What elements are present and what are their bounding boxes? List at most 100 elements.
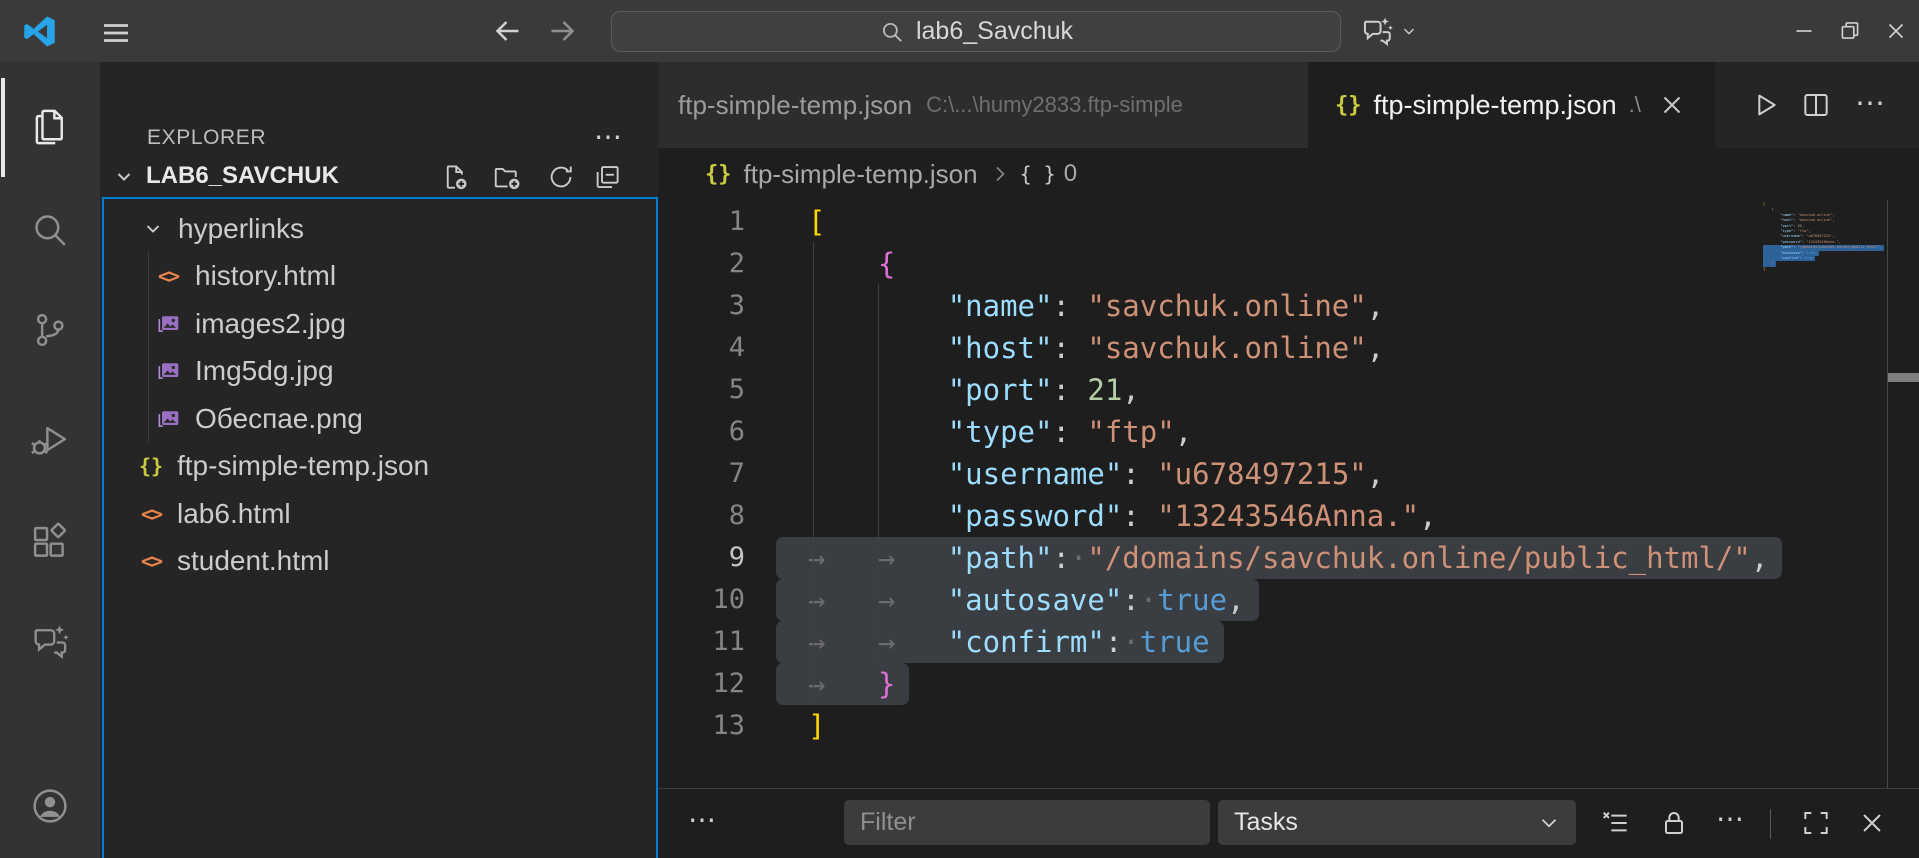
accounts-icon[interactable] xyxy=(29,785,71,827)
tree-item-student.html[interactable]: <>student.html xyxy=(100,538,658,585)
tree-item-hyperlinks[interactable]: hyperlinks xyxy=(100,205,658,252)
separator xyxy=(1770,809,1771,839)
code-editor: 1[2 {3 "name": "savchuk.online",4 "host"… xyxy=(658,200,1919,747)
copilot-chat-button[interactable] xyxy=(1358,14,1418,48)
tree-item-Img5dg.jpg[interactable]: Img5dg.jpg xyxy=(100,348,658,395)
tree-item-ftp-simple-temp.json[interactable]: {} ftp-simple-temp.json xyxy=(100,443,658,490)
line-number: 11 xyxy=(658,621,745,663)
tab-bar: ftp-simple-temp.json C:\...\humy2833.ftp… xyxy=(658,62,1919,148)
line-number: 2 xyxy=(658,243,745,285)
breadcrumb[interactable]: {} ftp-simple-temp.json { } 0 xyxy=(658,148,1919,200)
title-bar: lab6_Savchuk xyxy=(0,0,1919,62)
tree-item-label: Обеспае.png xyxy=(195,403,363,435)
code-line-7[interactable]: 7 "username": "u678497215", xyxy=(658,453,1919,495)
code-line-9[interactable]: 9 → → "path":·"/domains/savchuk.online/pu… xyxy=(658,537,1919,579)
chevron-right-icon xyxy=(988,162,1012,186)
close-panel-icon[interactable] xyxy=(1856,807,1888,839)
filter-input[interactable] xyxy=(844,800,1210,845)
clear-output-icon[interactable] xyxy=(1600,807,1632,839)
minimap-line-13: ] xyxy=(1763,267,1887,272)
extensions-icon[interactable] xyxy=(29,522,71,564)
panel-more-actions-icon[interactable]: ⋯ xyxy=(1714,802,1746,834)
json-file-icon: {} xyxy=(705,162,732,187)
breadcrumb-symbol[interactable]: 0 xyxy=(1064,160,1077,188)
chat-icon[interactable] xyxy=(29,621,71,663)
minimize-button[interactable] xyxy=(1781,0,1827,62)
close-tab-icon[interactable] xyxy=(1657,90,1687,120)
tab-description: .\ xyxy=(1629,92,1641,118)
back-arrow-icon[interactable] xyxy=(490,13,526,49)
editor-more-actions-icon[interactable]: ⋯ xyxy=(1854,89,1886,121)
html-file-icon: <> xyxy=(138,499,164,529)
line-number: 1 xyxy=(658,201,745,243)
image-file-icon xyxy=(155,356,181,386)
line-number: 9 xyxy=(658,537,745,579)
source-control-icon[interactable] xyxy=(29,309,71,351)
lock-scroll-icon[interactable] xyxy=(1658,807,1690,839)
minimap[interactable]: [ { "name": "savchuk.online", "host": "s… xyxy=(1763,202,1887,272)
tree-item-Обеспае.png[interactable]: Обеспае.png xyxy=(100,395,658,442)
search-icon xyxy=(879,19,905,45)
json-file-icon: {} xyxy=(1335,93,1362,118)
line-number: 10 xyxy=(658,579,745,621)
selection-highlight: → } xyxy=(776,663,909,705)
scrollbar-border xyxy=(1887,200,1888,788)
indent-guide xyxy=(878,284,879,662)
panel-more-tabs-icon[interactable]: ⋯ xyxy=(688,803,716,836)
tree-item-history.html[interactable]: <>history.html xyxy=(100,253,658,300)
explorer-icon[interactable] xyxy=(29,106,71,148)
output-channel-label: Tasks xyxy=(1234,808,1298,837)
explorer-sidebar: EXPLORER ⋯ LAB6_SAVCHUK hyperlinks<>hist… xyxy=(100,62,658,858)
json-file-icon: {} xyxy=(138,451,164,481)
chevron-down-icon xyxy=(140,214,166,244)
menu-icon[interactable] xyxy=(98,15,134,47)
code-line-12[interactable]: 12→ } xyxy=(658,663,1919,705)
tree-item-lab6.html[interactable]: <> lab6.html xyxy=(100,490,658,537)
tree-item-label: ftp-simple-temp.json xyxy=(177,450,429,482)
tree-item-label: history.html xyxy=(195,260,336,292)
code-line-1[interactable]: 1[ xyxy=(658,201,1919,243)
line-number: 4 xyxy=(658,327,745,369)
code-line-8[interactable]: 8 "password": "13243546Anna.", xyxy=(658,495,1919,537)
selection-highlight: → → "confirm":·true xyxy=(776,621,1224,663)
file-tree: hyperlinks<>history.htmlimages2.jpgImg5d… xyxy=(100,62,658,858)
tab-label: ftp-simple-temp.json xyxy=(1374,90,1617,121)
symbol-object-icon: { } xyxy=(1020,162,1056,186)
line-number: 5 xyxy=(658,369,745,411)
code-line-5[interactable]: 5 "port": 21, xyxy=(658,369,1919,411)
tab-ftp-simple-temp-json[interactable]: {} ftp-simple-temp.json .\ xyxy=(1308,62,1715,148)
tab-ftp-simple-temp-json-preview[interactable]: ftp-simple-temp.json C:\...\humy2833.ftp… xyxy=(658,62,1308,148)
restore-button[interactable] xyxy=(1827,0,1873,62)
close-window-button[interactable] xyxy=(1873,0,1919,62)
command-center-search[interactable]: lab6_Savchuk xyxy=(611,11,1341,52)
split-editor-icon[interactable] xyxy=(1800,89,1832,121)
search-value: lab6_Savchuk xyxy=(916,17,1073,46)
vscode-window: lab6_Savchuk xyxy=(0,0,1919,858)
forward-arrow-icon[interactable] xyxy=(544,13,580,49)
breadcrumb-file[interactable]: ftp-simple-temp.json xyxy=(744,159,978,190)
line-number: 3 xyxy=(658,285,745,327)
code-line-3[interactable]: 3 "name": "savchuk.online", xyxy=(658,285,1919,327)
run-file-icon[interactable] xyxy=(1748,89,1780,121)
code-line-6[interactable]: 6 "type": "ftp", xyxy=(658,411,1919,453)
code-line-4[interactable]: 4 "host": "savchuk.online", xyxy=(658,327,1919,369)
line-number: 13 xyxy=(658,705,745,747)
chevron-down-icon xyxy=(1536,810,1562,836)
run-and-debug-icon[interactable] xyxy=(29,419,71,461)
code-line-2[interactable]: 2 { xyxy=(658,243,1919,285)
tree-item-label: lab6.html xyxy=(177,498,291,530)
tab-description: C:\...\humy2833.ftp-simple xyxy=(926,92,1183,118)
code-line-10[interactable]: 10 → → "autosave":·true, xyxy=(658,579,1919,621)
code-line-11[interactable]: 11 → → "confirm":·true xyxy=(658,621,1919,663)
tree-item-images2.jpg[interactable]: images2.jpg xyxy=(100,300,658,347)
active-view-indicator xyxy=(1,78,5,177)
activity-bar xyxy=(0,62,100,858)
indent-guide xyxy=(813,242,814,704)
code-line-13[interactable]: 13] xyxy=(658,705,1919,747)
output-channel-select[interactable]: Tasks xyxy=(1218,800,1576,845)
search-view-icon[interactable] xyxy=(29,209,71,251)
overview-ruler-marker xyxy=(1888,373,1919,382)
selection-highlight: → → "path":·"/domains/savchuk.online/pub… xyxy=(776,537,1782,579)
maximize-panel-icon[interactable] xyxy=(1800,807,1832,839)
selection-highlight: → → "autosave":·true, xyxy=(776,579,1259,621)
